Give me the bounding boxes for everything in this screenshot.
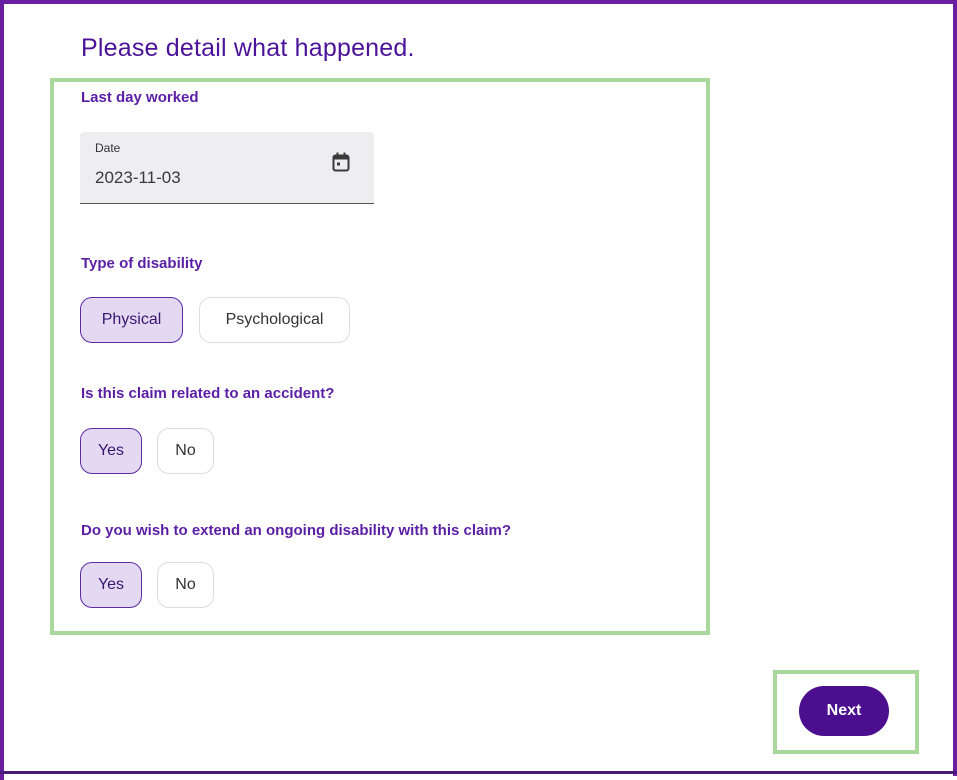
next-button[interactable]: Next xyxy=(799,686,889,736)
last-day-date-field[interactable]: Date 2023-11-03 xyxy=(80,132,374,204)
accident-yes-chip[interactable]: Yes xyxy=(80,428,142,474)
last-day-label: Last day worked xyxy=(81,89,199,106)
calendar-icon[interactable] xyxy=(332,152,350,172)
accident-no-chip[interactable]: No xyxy=(157,428,214,474)
date-field-caption: Date xyxy=(95,141,121,155)
extend-no-chip[interactable]: No xyxy=(157,562,214,608)
page-title: Please detail what happened. xyxy=(81,34,415,62)
extend-yes-chip[interactable]: Yes xyxy=(80,562,142,608)
disability-physical-chip[interactable]: Physical xyxy=(80,297,183,343)
date-field-value[interactable]: 2023-11-03 xyxy=(95,168,181,188)
extend-question-label: Do you wish to extend an ongoing disabil… xyxy=(81,522,512,539)
bottom-divider xyxy=(0,771,957,774)
accident-question-label: Is this claim related to an accident? xyxy=(81,385,335,402)
disability-psychological-chip[interactable]: Psychological xyxy=(199,297,350,343)
disability-type-label: Type of disability xyxy=(81,255,203,272)
